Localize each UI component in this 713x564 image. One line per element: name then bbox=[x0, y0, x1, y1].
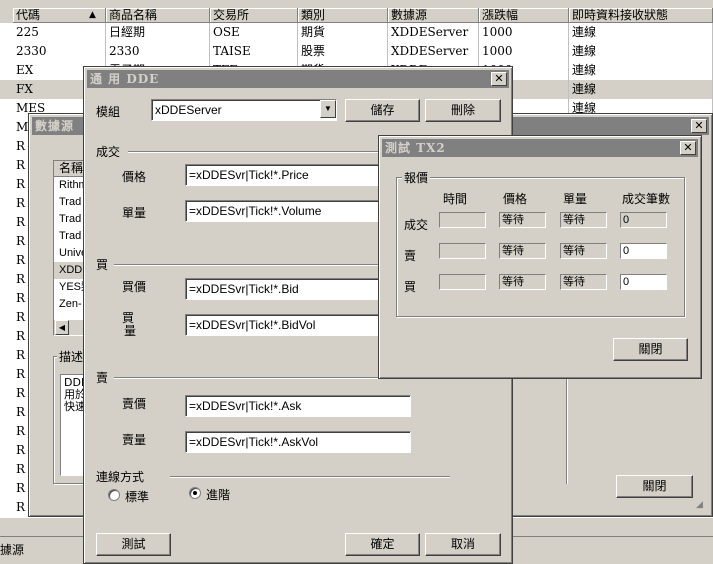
table-cell: XDDEServer bbox=[388, 23, 479, 42]
table-cell: XDDEServer bbox=[388, 42, 479, 61]
tx2-sell-time bbox=[439, 243, 486, 259]
test-button[interactable]: 測試 bbox=[96, 533, 171, 556]
radio-advanced[interactable] bbox=[189, 487, 201, 499]
tx2-trade-time bbox=[439, 212, 486, 228]
column-header-name[interactable]: 商品名稱 bbox=[106, 8, 210, 23]
conn-section-label: 連線方式 bbox=[96, 470, 145, 484]
price-label: 價格 bbox=[122, 170, 147, 184]
table-cell: TAISE bbox=[210, 42, 298, 61]
tx2-buy-volume: 等待 bbox=[560, 274, 607, 290]
askvol-field[interactable]: =xDDESvr|Tick!*.AskVol bbox=[185, 431, 411, 453]
ask-field[interactable]: =xDDESvr|Tick!*.Ask bbox=[185, 395, 411, 417]
bidvol-field[interactable]: =xDDESvr|Tick!*.BidVol bbox=[185, 314, 380, 336]
table-cell: 連線 bbox=[569, 80, 713, 99]
table-cell: 連線 bbox=[569, 23, 713, 42]
tx2-buy-price: 等待 bbox=[499, 274, 546, 290]
sell-section-label: 賣 bbox=[96, 371, 109, 385]
tx2-col-price: 價格 bbox=[503, 192, 528, 206]
tx2-trade-count: 0 bbox=[620, 212, 667, 228]
radio-standard-label[interactable]: 標準 bbox=[125, 488, 149, 505]
status-text: 據源 bbox=[0, 543, 25, 557]
table-cell: 連線 bbox=[569, 42, 713, 61]
table-cell: 日經期 bbox=[106, 23, 210, 42]
table-cell: 1000 bbox=[479, 23, 569, 42]
tx2-buy-time bbox=[439, 274, 486, 290]
tx2-close-button[interactable]: 關閉 bbox=[613, 338, 688, 361]
datasource-title: 數據源 bbox=[35, 119, 75, 133]
table-cell: 期貨 bbox=[298, 23, 388, 42]
chevron-down-icon[interactable]: ▼ bbox=[320, 100, 336, 118]
ok-button[interactable]: 確定 bbox=[345, 533, 420, 556]
module-label: 模組 bbox=[96, 105, 121, 119]
tx2-row-sell: 賣 bbox=[404, 249, 417, 263]
sort-arrow-icon: ▲ bbox=[89, 10, 96, 20]
tx2-col-volume: 單量 bbox=[563, 192, 588, 206]
tx2-sell-volume: 等待 bbox=[560, 243, 607, 259]
radio-advanced-label[interactable]: 進階 bbox=[206, 486, 230, 503]
tx2-quote-label: 報價 bbox=[402, 169, 431, 186]
conn-section-divider bbox=[170, 476, 450, 478]
save-button[interactable]: 儲存 bbox=[345, 99, 420, 122]
delete-button[interactable]: 刪除 bbox=[425, 99, 501, 122]
bid-field[interactable]: =xDDESvr|Tick!*.Bid bbox=[185, 278, 380, 300]
resize-grip-icon[interactable]: ◢ bbox=[696, 500, 708, 512]
column-header-datasource[interactable]: 數據源 bbox=[388, 8, 479, 23]
tx2-buy-count: 0 bbox=[620, 274, 667, 290]
cancel-button[interactable]: 取消 bbox=[425, 533, 501, 556]
scroll-left-icon[interactable]: ◀ bbox=[55, 320, 69, 335]
volume-field[interactable]: =xDDESvr|Tick!*.Volume bbox=[185, 200, 380, 222]
bid-label: 買價 bbox=[122, 280, 147, 294]
price-field[interactable]: =xDDESvr|Tick!*.Price bbox=[185, 164, 380, 186]
sell-section-divider bbox=[114, 377, 410, 379]
table-cell: 連線 bbox=[569, 61, 713, 80]
tx2-sell-count: 0 bbox=[620, 243, 667, 259]
trade-section-label: 成交 bbox=[96, 145, 121, 159]
dde-titlebar[interactable]: 通 用 DDE ✕ bbox=[87, 70, 509, 88]
datasource-close-button[interactable]: 關閉 bbox=[616, 475, 693, 498]
tx2-titlebar[interactable]: 測試 TX2 ✕ bbox=[382, 139, 698, 157]
column-header-status[interactable]: 即時資料接收狀態 bbox=[569, 8, 713, 23]
tx2-col-count: 成交筆數 bbox=[622, 192, 671, 206]
table-cell: 2330 bbox=[106, 42, 210, 61]
datasource-close-icon[interactable]: ✕ bbox=[691, 119, 707, 133]
tx2-close-icon[interactable]: ✕ bbox=[680, 141, 696, 155]
volume-label: 單量 bbox=[122, 206, 147, 220]
table-row[interactable]: 225 日經期 OSE 期貨 XDDEServer 1000 連線 bbox=[0, 23, 713, 42]
column-header-change[interactable]: 漲跌幅 bbox=[479, 8, 569, 23]
dde-title: 通 用 DDE bbox=[90, 72, 160, 86]
module-select[interactable]: xDDEServer ▼ bbox=[151, 99, 337, 121]
table-cell: OSE bbox=[210, 23, 298, 42]
tx2-title: 測試 TX2 bbox=[385, 141, 446, 155]
tx2-sell-price: 等待 bbox=[499, 243, 546, 259]
askvol-label: 賣量 bbox=[122, 433, 147, 447]
dde-close-icon[interactable]: ✕ bbox=[491, 72, 507, 86]
trade-section-divider bbox=[128, 151, 380, 153]
tx2-row-trade: 成交 bbox=[404, 218, 429, 232]
column-header-code[interactable]: 代碼 ▲ bbox=[13, 8, 106, 23]
ask-label: 賣價 bbox=[122, 397, 147, 411]
column-header-exchange[interactable]: 交易所 bbox=[210, 8, 298, 23]
table-cell: 股票 bbox=[298, 42, 388, 61]
radio-standard[interactable] bbox=[108, 489, 120, 501]
column-header-category[interactable]: 類別 bbox=[298, 8, 388, 23]
table-row[interactable]: 2330 2330 TAISE 股票 XDDEServer 1000 連線 bbox=[0, 42, 713, 61]
grid-header: 代碼 ▲ 商品名稱 交易所 類別 數據源 漲跌幅 即時資料接收狀態 bbox=[0, 8, 713, 23]
tx2-row-buy: 買 bbox=[404, 280, 417, 294]
tx2-trade-volume: 等待 bbox=[560, 212, 607, 228]
datasource-desc-label: 描述 bbox=[57, 348, 86, 365]
tx2-col-time: 時間 bbox=[443, 192, 468, 206]
tx2-trade-price: 等待 bbox=[499, 212, 546, 228]
bidvol-label: 買量 bbox=[122, 311, 137, 338]
table-cell: 2330 bbox=[13, 42, 106, 61]
buy-section-label: 買 bbox=[96, 258, 109, 272]
table-cell: 225 bbox=[13, 23, 106, 42]
tx2-window: 測試 TX2 ✕ 報價 時間 價格 單量 成交筆數 成交 等待 等待 0 賣 等… bbox=[378, 135, 702, 379]
table-cell: 1000 bbox=[479, 42, 569, 61]
buy-section-divider bbox=[114, 264, 380, 266]
